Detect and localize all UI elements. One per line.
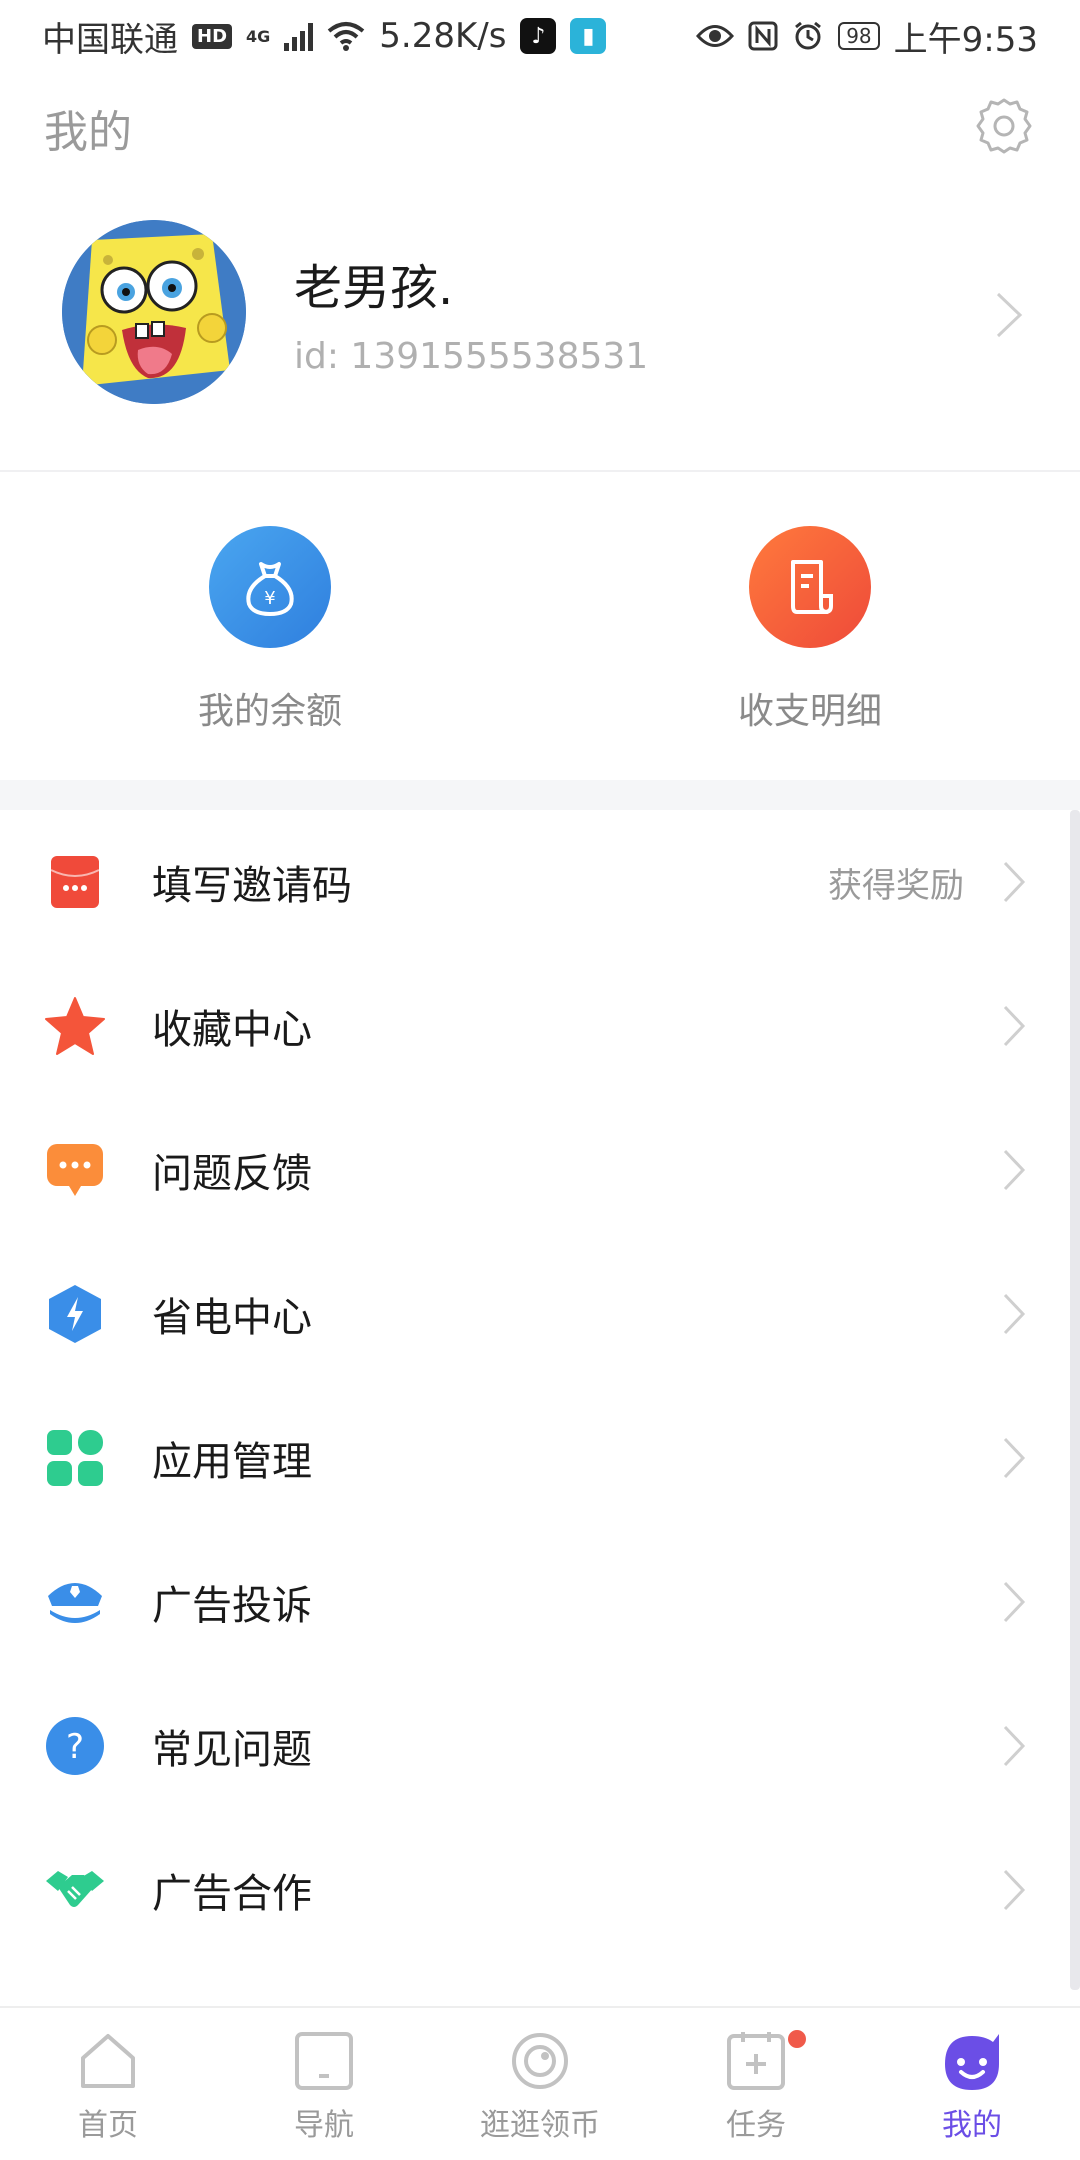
status-bar-right: 98 上午9:53 [696, 12, 1038, 61]
battery-indicator: 98 [838, 22, 880, 50]
avatar[interactable] [62, 220, 246, 404]
menu-item-ad-complaint[interactable]: 广告投诉 [0, 1530, 1068, 1674]
chevron-right-icon [1003, 1437, 1026, 1479]
smiley-icon [945, 2034, 999, 2090]
chevron-right-icon [1003, 1005, 1026, 1047]
svg-text:?: ? [66, 1727, 84, 1767]
nav-browse-coins[interactable]: 逛逛领币 [432, 2008, 648, 2160]
svg-text:¥: ¥ [264, 588, 275, 609]
nav-label: 首页 [78, 2108, 138, 2143]
money-bag-icon: ¥ [209, 526, 331, 648]
handshake-icon [44, 1859, 106, 1921]
status-bar: 中国联通 HD 4G 5.28K/s ♪ ▮ 98 上午9:53 [0, 0, 1080, 72]
user-nickname[interactable]: 老男孩. [294, 248, 453, 318]
scrollbar[interactable] [1070, 810, 1080, 1990]
reader-icon: ▮ [570, 18, 607, 54]
divider [0, 470, 1080, 472]
network-type: 4G [246, 26, 271, 46]
network-speed: 5.28K/s [379, 16, 507, 56]
nav-label: 我的 [942, 2108, 1002, 2143]
nav-home[interactable]: 首页 [0, 2008, 216, 2160]
home-icon [81, 2034, 135, 2088]
alarm-icon [795, 21, 822, 50]
menu-label: 常见问题 [152, 1727, 312, 1773]
chevron-right-icon [1003, 1581, 1026, 1623]
nav-navigation[interactable]: 导航 [216, 2008, 432, 2160]
nav-label: 逛逛领币 [480, 2108, 600, 2143]
transaction-details-button[interactable]: 收支明细 [660, 526, 960, 734]
eye-icon [696, 25, 735, 47]
user-id: id: 1391555538531 [294, 336, 649, 377]
nav-mine[interactable]: 我的 [864, 2008, 1080, 2160]
menu-label: 问题反馈 [152, 1151, 312, 1197]
nav-tasks[interactable]: 任务 [648, 2008, 864, 2160]
menu-item-invite-code[interactable]: 填写邀请码 获得奖励 [0, 810, 1068, 954]
chevron-right-icon [1003, 1725, 1026, 1767]
bottom-nav: 首页 导航 逛逛领币 任务 我的 [0, 2006, 1080, 2160]
chevron-right-icon [1003, 1869, 1026, 1911]
menu-label: 应用管理 [152, 1439, 312, 1485]
question-icon: ? [44, 1715, 106, 1777]
chevron-right-icon [1003, 1293, 1026, 1335]
star-icon [44, 995, 106, 1057]
reward-hint: 获得奖励 [828, 865, 964, 906]
notification-badge [788, 2030, 806, 2048]
lightning-shield-icon [44, 1283, 106, 1345]
battery-level: 98 [846, 24, 872, 48]
nav-label: 导航 [294, 2108, 354, 2143]
chevron-right-icon[interactable] [994, 290, 1024, 340]
calendar-plus-icon [727, 2032, 785, 2090]
menu-item-feedback[interactable]: 问题反馈 [0, 1098, 1068, 1242]
red-envelope-icon [44, 851, 106, 913]
menu-item-power-saving[interactable]: 省电中心 [0, 1242, 1068, 1386]
chevron-right-icon [1003, 861, 1026, 903]
tiktok-icon: ♪ [520, 18, 557, 54]
balance-button[interactable]: ¥ 我的余额 [120, 526, 420, 734]
chat-bubble-icon [44, 1139, 106, 1201]
nav-label: 任务 [726, 2108, 786, 2143]
police-cap-icon [44, 1571, 106, 1633]
profile-page: 中国联通 HD 4G 5.28K/s ♪ ▮ 98 上午9:53 我的 老男孩.… [0, 0, 1080, 2160]
section-divider [0, 780, 1080, 810]
status-bar-left: 中国联通 HD 4G 5.28K/s ♪ ▮ [42, 12, 607, 61]
menu-item-faq[interactable]: ? 常见问题 [0, 1674, 1068, 1818]
hd-badge: HD [192, 23, 233, 49]
transaction-details-label: 收支明细 [737, 691, 882, 732]
app-grid-icon [44, 1427, 106, 1489]
menu-label: 填写邀请码 [152, 863, 352, 909]
clock: 上午9:53 [893, 19, 1038, 60]
balance-label: 我的余额 [197, 691, 342, 732]
signal-icon [284, 21, 314, 51]
menu-item-favorites[interactable]: 收藏中心 [0, 954, 1068, 1098]
eye-icon [512, 2033, 568, 2089]
menu-label: 收藏中心 [152, 1007, 312, 1053]
menu-label: 广告合作 [152, 1871, 312, 1917]
wifi-icon [328, 22, 365, 51]
nfc-icon [748, 21, 778, 51]
menu-item-ad-cooperation[interactable]: 广告合作 [0, 1818, 1068, 1962]
bill-icon [749, 526, 871, 648]
menu-list: 填写邀请码 获得奖励 收藏中心 问题反馈 省电中心 应用管理 广告投诉 ? 常见… [0, 810, 1068, 1962]
chevron-right-icon [1003, 1149, 1026, 1191]
tablet-icon [295, 2032, 353, 2090]
menu-label: 省电中心 [152, 1295, 312, 1341]
carrier-name: 中国联通 [42, 19, 178, 60]
menu-label: 广告投诉 [152, 1583, 312, 1629]
menu-item-app-management[interactable]: 应用管理 [0, 1386, 1068, 1530]
page-title: 我的 [44, 107, 132, 158]
avatar-image [62, 220, 246, 404]
gear-icon[interactable] [972, 94, 1036, 158]
